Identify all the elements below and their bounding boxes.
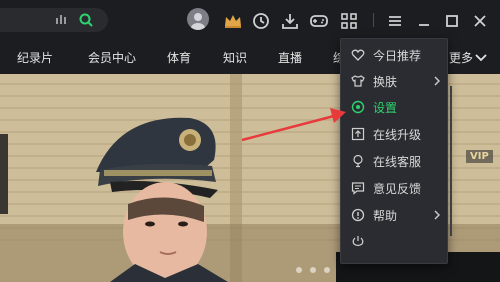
- nav-more[interactable]: 更多: [449, 49, 473, 66]
- menu-item-settings[interactable]: 设置: [341, 94, 447, 120]
- nav-item-sports[interactable]: 体育: [167, 49, 191, 66]
- menu-item-label: 在线升级: [373, 128, 422, 142]
- support-icon: [353, 154, 363, 168]
- carousel-dot[interactable]: [310, 267, 316, 273]
- vip-badge: VIP: [466, 150, 493, 163]
- nav-item-documentary[interactable]: 纪录片: [17, 49, 53, 66]
- menu-item-help[interactable]: 帮助: [341, 202, 447, 228]
- toolbar-divider: [373, 13, 374, 27]
- voice-search-icon[interactable]: [54, 13, 68, 27]
- shirt-icon: [351, 75, 365, 87]
- power-icon[interactable]: [351, 235, 365, 247]
- nav-item-knowledge[interactable]: 知识: [223, 49, 247, 66]
- close-icon[interactable]: [468, 9, 492, 33]
- scrollbar[interactable]: [450, 86, 452, 236]
- vip-crown-icon[interactable]: [221, 9, 245, 33]
- upgrade-icon: [351, 127, 365, 141]
- menu-item-today-recommend[interactable]: 今日推荐: [341, 42, 447, 68]
- menu-item-feedback[interactable]: 意见反馈: [341, 175, 447, 201]
- menu-icon[interactable]: [383, 9, 407, 33]
- search-icon[interactable]: [78, 12, 94, 28]
- menu-item-label: 今日推荐: [373, 49, 422, 63]
- nav-item-vip-center[interactable]: 会员中心: [88, 49, 136, 66]
- menu-item-online-support[interactable]: 在线客服: [341, 148, 447, 174]
- feedback-icon: [351, 182, 365, 195]
- menu-item-online-upgrade[interactable]: 在线升级: [341, 121, 447, 147]
- menu-item-skin[interactable]: 换肤: [341, 68, 447, 94]
- game-icon[interactable]: [307, 9, 331, 33]
- menu-item-label: 帮助: [373, 209, 398, 223]
- nav-item-live[interactable]: 直播: [278, 49, 302, 66]
- avatar[interactable]: [187, 8, 209, 30]
- menu-item-label: 换肤: [373, 75, 398, 89]
- menu-item-label: 设置: [373, 101, 398, 115]
- maximize-icon[interactable]: [440, 9, 464, 33]
- heart-icon: [351, 49, 365, 61]
- main-menu-dropdown: 今日推荐 换肤 设置 在线升级 在线客服 意见反馈 帮助: [340, 38, 448, 264]
- carousel-dot[interactable]: [296, 267, 302, 273]
- chevron-down-icon[interactable]: [474, 51, 488, 65]
- search-box[interactable]: [0, 8, 108, 32]
- download-icon[interactable]: [278, 9, 302, 33]
- carousel-dot[interactable]: [324, 267, 330, 273]
- apps-grid-icon[interactable]: [337, 9, 361, 33]
- minimize-icon[interactable]: [412, 9, 436, 33]
- menu-item-label: 意见反馈: [373, 182, 422, 196]
- settings-icon: [351, 100, 365, 114]
- title-bar: [0, 0, 500, 42]
- chevron-right-icon: [434, 210, 440, 220]
- history-icon[interactable]: [249, 9, 273, 33]
- help-icon: [351, 208, 365, 222]
- menu-item-label: 在线客服: [373, 155, 422, 169]
- chevron-right-icon: [434, 76, 440, 86]
